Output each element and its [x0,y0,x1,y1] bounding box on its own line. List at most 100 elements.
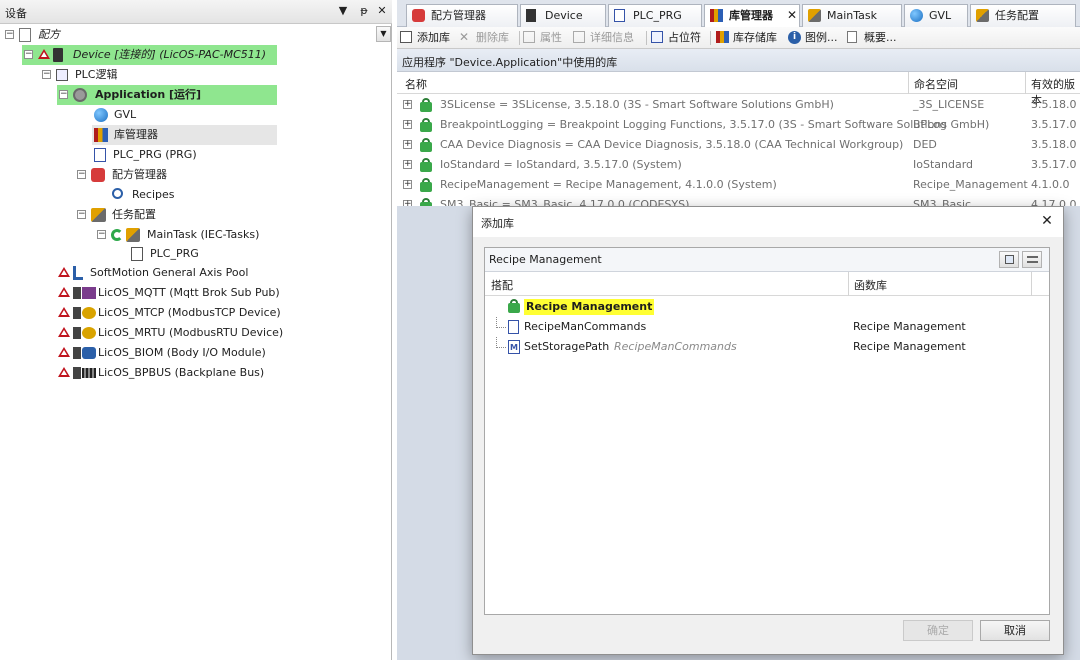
tree-item-axis-pool[interactable]: SoftMotion General Axis Pool [58,263,318,283]
list-view-button[interactable] [1022,251,1042,268]
result-row[interactable]: RecipeManCommands Recipe Management [485,317,1049,337]
tree-item-recipe-root[interactable]: − 配方 [0,25,300,45]
legend-button[interactable]: i 图例... [788,30,838,46]
delete-library-button[interactable]: ✕ 删除库 [459,30,509,46]
error-warning-icon [58,267,70,277]
tab-gvl[interactable]: GVL [904,4,968,27]
tree-item-plc-logic[interactable]: − PLC逻辑 [40,65,240,85]
library-repository-button[interactable]: 库存储库 [716,30,777,46]
toolbar-separator [646,31,647,45]
expand-icon[interactable]: + [403,200,412,206]
summary-button[interactable]: 概要... [847,30,897,46]
pane-close-button[interactable]: ✕ [375,4,389,18]
library-table: 名称 命名空间 有效的版本 + 3SLicense = 3SLicense, 3… [397,72,1080,206]
collapse-icon[interactable]: − [97,230,106,239]
add-library-button[interactable]: 添加库 [400,30,450,46]
tree-item-library-manager[interactable]: 库管理器 [92,125,277,145]
tree-item-main-task[interactable]: − MainTask (IEC-Tasks) [95,225,295,245]
table-row[interactable]: + IoStandard = IoStandard, 3.5.17.0 (Sys… [397,155,1080,175]
tab-recipe-manager[interactable]: 配方管理器 [406,4,518,27]
placeholder-button[interactable]: 占位符 [651,30,701,46]
search-input[interactable]: Recipe Management [489,253,889,267]
column-header-match[interactable]: 搭配 [491,277,513,293]
tree-dropdown-button[interactable]: ▼ [376,26,391,42]
tree-item-recipes[interactable]: Recipes [112,185,272,205]
dialog-close-button[interactable]: ✕ [1038,212,1056,230]
collapse-icon[interactable]: − [77,170,86,179]
details-button[interactable]: 详细信息 [573,30,634,46]
library-name: 3SLicense = 3SLicense, 3.5.18.0 (3S - Sm… [440,98,834,111]
expand-icon[interactable]: + [403,180,412,189]
tree-item-application[interactable]: − Application [运行] [57,85,277,105]
collapse-icon[interactable]: − [77,210,86,219]
table-row[interactable]: + CAA Device Diagnosis = CAA Device Diag… [397,135,1080,155]
tree-item-device[interactable]: − Device [连接的] (LicOS-PAC-MC511) [22,45,277,65]
cancel-button[interactable]: 取消 [980,620,1050,641]
expand-icon[interactable]: + [403,160,412,169]
tree-item-plc-prg[interactable]: PLC_PRG (PRG) [94,145,274,165]
ok-button[interactable]: 确定 [903,620,973,641]
column-separator[interactable] [1031,272,1032,296]
pane-dropdown-button[interactable]: ▼ [336,4,350,18]
tree-item-label: LicOS_BPBUS (Backplane Bus) [98,366,265,379]
toolbar-label: 概要... [864,31,897,44]
tab-library-manager[interactable]: 库管理器 ✕ [704,4,800,28]
category-view-button[interactable] [999,251,1019,268]
library-panel-header: 应用程序 "Device.Application"中使用的库 [397,49,1080,72]
expand-icon[interactable]: + [403,120,412,129]
expand-icon[interactable]: + [403,100,412,109]
collapse-icon[interactable]: − [42,70,51,79]
tree-item-recipe-manager[interactable]: − 配方管理器 [75,165,255,185]
tree-item-label: 任务配置 [112,208,156,221]
tab-device[interactable]: Device [520,4,606,27]
toolbar-label: 图例... [805,31,838,44]
tree-item-mtcp[interactable]: LicOS_MTCP (ModbusTCP Device) [58,303,338,323]
pane-pin-button[interactable]: ᵽ [357,4,371,18]
tree-item-task-plc-prg[interactable]: PLC_PRG [131,244,271,264]
lock-icon [420,198,432,206]
column-header-namespace[interactable]: 命名空间 [914,76,958,92]
devices-pane-header: 设备 ▼ ᵽ ✕ [0,0,392,24]
tree-item-label: PLC_PRG [150,247,199,260]
collapse-icon[interactable]: − [5,30,14,39]
collapse-icon[interactable]: − [59,90,68,99]
tab-task-config[interactable]: 任务配置 [970,4,1076,27]
table-row[interactable]: + SM3_Basic = SM3_Basic, 4.17.0.0 (CODES… [397,195,1080,206]
library-version: 3.5.17.0 [1031,118,1077,131]
result-row[interactable]: M SetStoragePath RecipeManCommands Recip… [485,337,1049,357]
tree-item-mrtu[interactable]: LicOS_MRTU (ModbusRTU Device) [58,323,338,343]
tree-item-label: Application [运行] [95,88,202,101]
column-separator[interactable] [1025,72,1026,94]
column-separator[interactable] [848,272,849,296]
tree-item-task-config[interactable]: − 任务配置 [75,205,255,225]
tab-label: Device [545,9,583,22]
tab-plc-prg[interactable]: PLC_PRG [608,4,702,27]
result-row[interactable]: Recipe Management [485,297,1049,317]
table-row[interactable]: + 3SLicense = 3SLicense, 3.5.18.0 (3S - … [397,95,1080,115]
tab-label: MainTask [827,9,877,22]
column-header-name[interactable]: 名称 [405,76,427,92]
program-call-icon [131,247,143,261]
toolbar-label: 添加库 [417,31,450,44]
properties-button[interactable]: 属性 [523,30,562,46]
tree-item-label: MainTask (IEC-Tasks) [147,228,260,241]
column-separator[interactable] [908,72,909,94]
tab-close-icon[interactable]: ✕ [787,5,797,26]
tree-item-label: PLC逻辑 [75,68,118,81]
task-icon [126,228,140,242]
tree-item-gvl[interactable]: GVL [94,105,274,125]
collapse-icon[interactable]: − [24,50,33,59]
tab-main-task[interactable]: MainTask [802,4,902,27]
column-header-library[interactable]: 函数库 [854,277,887,293]
application-gear-icon [73,88,87,102]
dialog-title: 添加库 [481,217,514,230]
expand-icon[interactable]: + [403,140,412,149]
error-warning-icon [58,327,70,337]
tree-item-bpbus[interactable]: LicOS_BPBUS (Backplane Bus) [58,363,338,383]
table-row[interactable]: + BreakpointLogging = Breakpoint Logging… [397,115,1080,135]
tree-item-mqtt[interactable]: LicOS_MQTT (Mqtt Brok Sub Pub) [58,283,338,303]
tree-item-biom[interactable]: LicOS_BIOM (Body I/O Module) [58,343,338,363]
tree-item-label: 配方 [38,28,60,41]
toolbar-label: 删除库 [476,31,509,44]
table-row[interactable]: + RecipeManagement = Recipe Management, … [397,175,1080,195]
